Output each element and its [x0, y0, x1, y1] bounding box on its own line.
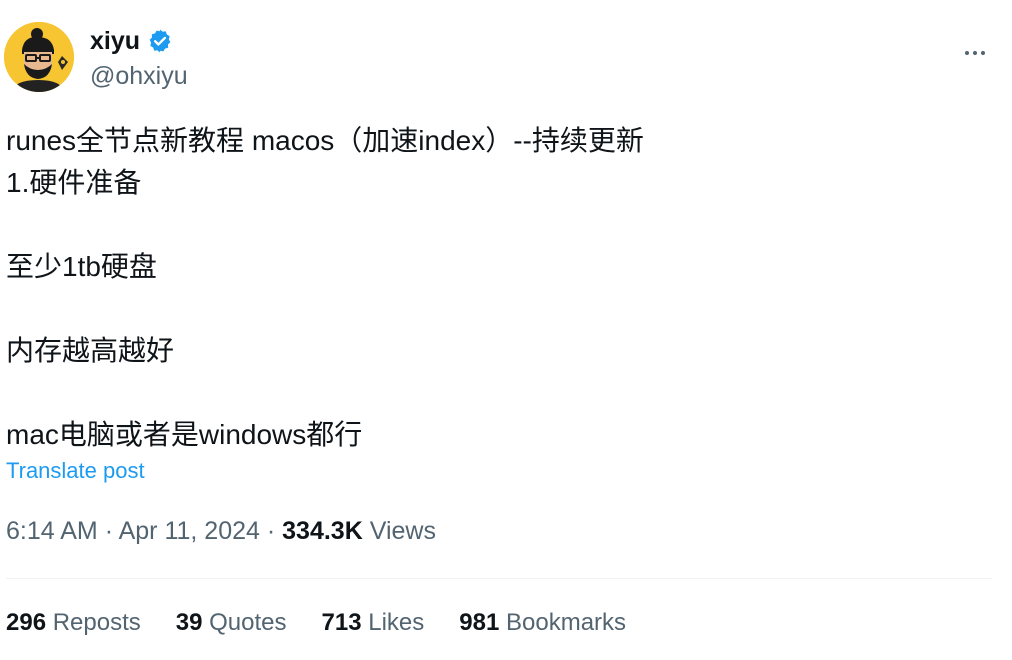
user-handle[interactable]: @ohxiyu [90, 62, 188, 91]
post-date[interactable]: Apr 11, 2024 [119, 517, 260, 545]
name-row: xiyu [90, 24, 173, 58]
avatar[interactable] [4, 22, 74, 92]
stat-count: 713 [321, 609, 362, 636]
verified-badge-icon[interactable] [147, 28, 173, 54]
likes-stat[interactable]: 713 Likes [322, 609, 425, 637]
tweet-line: 1.硬件准备 [6, 167, 142, 198]
tweet-line: mac电脑或者是windows都行 [6, 419, 363, 450]
stat-label: Quotes [209, 609, 287, 636]
quotes-stat[interactable]: 39 Quotes [176, 609, 287, 637]
tweet-text: runes全节点新教程 macos（加速index）--持续更新 1.硬件准备 … [6, 120, 996, 456]
tweet-line: 内存越高越好 [6, 335, 175, 366]
post-time[interactable]: 6:14 AM [6, 517, 98, 545]
bookmarks-stat[interactable]: 981 Bookmarks [459, 609, 626, 637]
tweet-header: xiyu @ohxiyu [0, 14, 1012, 98]
stat-label: Bookmarks [506, 609, 627, 636]
stat-count: 296 [6, 609, 47, 636]
divider [6, 578, 992, 579]
avatar-icon [4, 22, 74, 92]
meta-separator: · [266, 517, 276, 545]
tweet-line: 至少1tb硬盘 [6, 251, 157, 282]
translate-post-link[interactable]: Translate post [6, 458, 145, 484]
stat-label: Likes [368, 609, 425, 636]
views-label: Views [369, 517, 436, 545]
stat-count: 981 [459, 609, 500, 636]
more-icon[interactable] [952, 38, 998, 68]
stat-count: 39 [175, 609, 203, 636]
tweet-line: runes全节点新教程 macos（加速index）--持续更新 [6, 125, 644, 156]
reposts-stat[interactable]: 296 Reposts [6, 609, 141, 637]
views-count: 334.3K [282, 517, 363, 545]
engagement-stats: 296 Reposts 39 Quotes 713 Likes 981 Book… [6, 609, 661, 637]
meta-separator: · [104, 517, 114, 545]
stat-label: Reposts [52, 609, 141, 636]
tweet-meta: 6:14 AM · Apr 11, 2024 · 334.3K Views [6, 517, 436, 546]
display-name[interactable]: xiyu [90, 27, 140, 56]
